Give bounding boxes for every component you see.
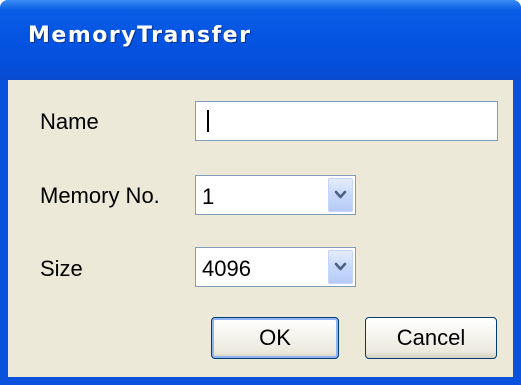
memory-no-value: 1 bbox=[202, 184, 215, 209]
name-label: Name bbox=[40, 109, 99, 134]
cancel-button[interactable]: Cancel bbox=[365, 317, 497, 359]
chevron-down-icon bbox=[334, 190, 347, 199]
window-title: MemoryTransfer bbox=[28, 23, 252, 48]
title-bar[interactable]: MemoryTransfer bbox=[0, 0, 521, 80]
size-value: 4096 bbox=[202, 256, 251, 281]
size-label: Size bbox=[40, 256, 83, 281]
dialog-window: MemoryTransfer Name Memory No. 1 Size 40… bbox=[0, 0, 521, 385]
name-input[interactable] bbox=[195, 101, 498, 141]
memory-no-dropdown-button[interactable] bbox=[328, 178, 353, 212]
size-select[interactable]: 4096 bbox=[195, 247, 356, 287]
size-dropdown-button[interactable] bbox=[328, 250, 353, 284]
memory-no-label: Memory No. bbox=[40, 183, 160, 208]
text-caret bbox=[207, 110, 209, 132]
ok-button[interactable]: OK bbox=[211, 317, 339, 359]
memory-no-select[interactable]: 1 bbox=[195, 175, 356, 215]
dialog-body: Name Memory No. 1 Size 4096 OK Cancel bbox=[8, 80, 513, 377]
chevron-down-icon bbox=[334, 262, 347, 271]
